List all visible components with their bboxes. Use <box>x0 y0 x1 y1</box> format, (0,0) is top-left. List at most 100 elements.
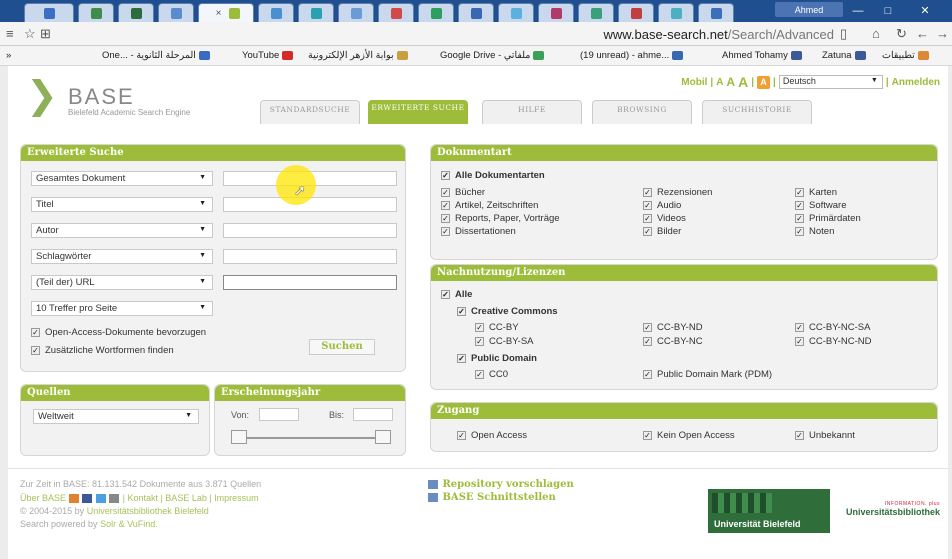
reload-icon[interactable]: ↻ <box>896 26 907 42</box>
tab-suchhistorie[interactable]: SUCHHISTORIE <box>702 100 812 124</box>
creative-commons-checkbox[interactable]: ✓ Creative Commons <box>457 306 558 317</box>
bookmark-item[interactable]: (19 unread) - ahme... <box>580 50 684 61</box>
browser-tab-active[interactable]: × <box>198 3 254 22</box>
font-size-small-link[interactable]: A <box>716 77 723 88</box>
license-checkbox[interactable]: ✓ CC-BY-NC-SA <box>795 322 870 333</box>
ub-logo[interactable]: INFORMATION. plus Universitätsbibliothek <box>840 501 940 517</box>
doctype-checkbox[interactable]: ✓ Audio <box>643 200 681 211</box>
doctype-checkbox[interactable]: ✓ Rezensionen <box>643 187 712 198</box>
blog-icon[interactable] <box>68 494 79 504</box>
interfaces-link[interactable]: BASE Schnittstellen <box>428 492 556 503</box>
login-link[interactable]: Anmelden <box>892 77 940 88</box>
browser-tab[interactable] <box>118 3 154 22</box>
tab-close-icon[interactable]: × <box>216 8 222 19</box>
browser-tab[interactable] <box>378 3 414 22</box>
bookmark-item[interactable]: Zatuna <box>822 50 866 61</box>
search-button[interactable]: Suchen <box>309 339 375 355</box>
extension-icon[interactable]: ⊞ <box>40 26 51 42</box>
browser-tab[interactable] <box>158 3 194 22</box>
field-select-4[interactable]: Schlagwörter ▼ <box>31 249 213 264</box>
word-forms-checkbox[interactable]: ✓ Zusätzliche Wortformen finden <box>31 345 174 356</box>
year-from-input[interactable] <box>259 408 299 421</box>
license-checkbox[interactable]: ✓ CC-BY-NC <box>643 336 703 347</box>
browser-tab[interactable] <box>698 3 734 22</box>
field-select-2[interactable]: Titel ▼ <box>31 197 213 212</box>
language-select[interactable]: Deutsch ▼ <box>778 75 883 89</box>
solr-vufind-link[interactable]: Solr & VuFind. <box>100 519 158 529</box>
star-icon[interactable]: ☆ <box>24 26 36 42</box>
browser-tab[interactable] <box>24 3 74 22</box>
year-slider-handle-right[interactable] <box>375 430 391 444</box>
license-checkbox[interactable]: ✓ CC-BY-NC-ND <box>795 336 871 347</box>
browser-tab[interactable] <box>538 3 574 22</box>
bookmark-item[interactable]: تطبيقات <box>882 50 929 61</box>
url-field[interactable]: www.base-search.net/Search/Advanced <box>603 27 834 42</box>
tab-standardsuche[interactable]: STANDARDSUCHE <box>260 100 360 124</box>
doctype-checkbox[interactable]: ✓ Noten <box>795 226 834 237</box>
profile-badge[interactable]: Ahmed <box>775 2 843 17</box>
doctype-checkbox[interactable]: ✓ Karten <box>795 187 837 198</box>
field-select-1[interactable]: Gesamtes Dokument ▼ <box>31 171 213 186</box>
bookmark-item[interactable]: YouTube <box>242 50 294 61</box>
suggest-repository-link[interactable]: Repository vorschlagen <box>428 479 574 490</box>
minimize-button[interactable]: — <box>846 3 870 19</box>
doctype-checkbox[interactable]: ✓ Software <box>795 200 847 211</box>
browser-tab[interactable] <box>578 3 614 22</box>
doctype-checkbox[interactable]: ✓ Bilder <box>643 226 681 237</box>
search-input-3[interactable] <box>223 223 397 238</box>
license-checkbox[interactable]: ✓ CC-BY-ND <box>643 322 703 333</box>
browser-tab[interactable] <box>458 3 494 22</box>
bookmark-item[interactable]: بوابة الأزهر الإلكترونية <box>308 50 408 61</box>
access-checkbox[interactable]: ✓ Unbekannt <box>795 430 855 441</box>
license-checkbox[interactable]: ✓ CC0 <box>475 369 508 380</box>
browser-tab[interactable] <box>618 3 654 22</box>
doctype-checkbox[interactable]: ✓ Videos <box>643 213 686 224</box>
ub-link[interactable]: Universitätsbibliothek Bielefeld <box>87 506 209 516</box>
search-input-4[interactable] <box>223 249 397 264</box>
license-checkbox[interactable]: ✓ Public Domain Mark (PDM) <box>643 369 772 380</box>
open-access-checkbox[interactable]: ✓ Open-Access-Dokumente bevorzugen <box>31 327 206 338</box>
font-size-medium-link[interactable]: A <box>726 75 735 89</box>
doctype-checkbox[interactable]: ✓ Primärdaten <box>795 213 861 224</box>
tab-erweiterte-suche[interactable]: ERWEITERTE SUCHE <box>368 100 468 124</box>
tab-hilfe[interactable]: HILFE <box>482 100 582 124</box>
doctype-checkbox[interactable]: ✓ Bücher <box>441 187 485 198</box>
browser-tab[interactable] <box>498 3 534 22</box>
about-base-link[interactable]: Über BASE <box>20 493 66 503</box>
facebook-icon[interactable] <box>82 494 93 504</box>
search-input-5[interactable] <box>223 275 397 290</box>
bookmark-item[interactable]: Google Drive - ملفاتي <box>440 50 545 61</box>
doctype-checkbox[interactable]: ✓ Dissertationen <box>441 226 516 237</box>
hits-per-page-select[interactable]: 10 Treffer pro Seite ▼ <box>31 301 213 316</box>
forward-icon[interactable]: → <box>936 26 949 41</box>
field-select-3[interactable]: Autor ▼ <box>31 223 213 238</box>
license-checkbox[interactable]: ✓ CC-BY <box>475 322 519 333</box>
wikipedia-icon[interactable] <box>109 494 120 504</box>
menu-icon[interactable]: ≡ <box>6 26 14 41</box>
public-domain-checkbox[interactable]: ✓ Public Domain <box>457 353 537 364</box>
home-icon[interactable]: ⌂ <box>872 26 880 41</box>
license-checkbox[interactable]: ✓ CC-BY-SA <box>475 336 534 347</box>
browser-tab[interactable] <box>338 3 374 22</box>
contrast-button[interactable]: A <box>757 75 771 89</box>
close-window-button[interactable]: ✕ <box>910 3 940 19</box>
doctype-checkbox[interactable]: ✓ Reports, Paper, Vorträge <box>441 213 560 224</box>
base-logo[interactable]: ❯ BASE Bielefeld Academic Search Engine <box>26 76 226 122</box>
year-slider-handle-left[interactable] <box>231 430 247 444</box>
mobil-link[interactable]: Mobil <box>681 77 707 88</box>
twitter-icon[interactable] <box>95 494 106 504</box>
browser-tab[interactable] <box>298 3 334 22</box>
bookmarks-more-icon[interactable]: » <box>6 50 11 61</box>
browser-tab[interactable] <box>658 3 694 22</box>
browser-tab[interactable] <box>418 3 454 22</box>
access-checkbox[interactable]: ✓ Kein Open Access <box>643 430 735 441</box>
footer-nav-links[interactable]: | Kontakt | BASE Lab | Impressum <box>123 493 259 503</box>
doctype-checkbox[interactable]: ✓ Artikel, Zeitschriften <box>441 200 538 211</box>
licenses-all-checkbox[interactable]: ✓ Alle <box>441 289 472 300</box>
sources-select[interactable]: Weltweit ▼ <box>33 409 199 424</box>
font-size-large-link[interactable]: A <box>738 74 748 90</box>
year-to-input[interactable] <box>353 408 393 421</box>
bookmark-item[interactable]: One... - المرحلة الثانوية <box>102 50 210 61</box>
field-select-5[interactable]: (Teil der) URL ▼ <box>31 275 213 290</box>
uni-bielefeld-logo[interactable]: Universität Bielefeld <box>708 489 830 533</box>
